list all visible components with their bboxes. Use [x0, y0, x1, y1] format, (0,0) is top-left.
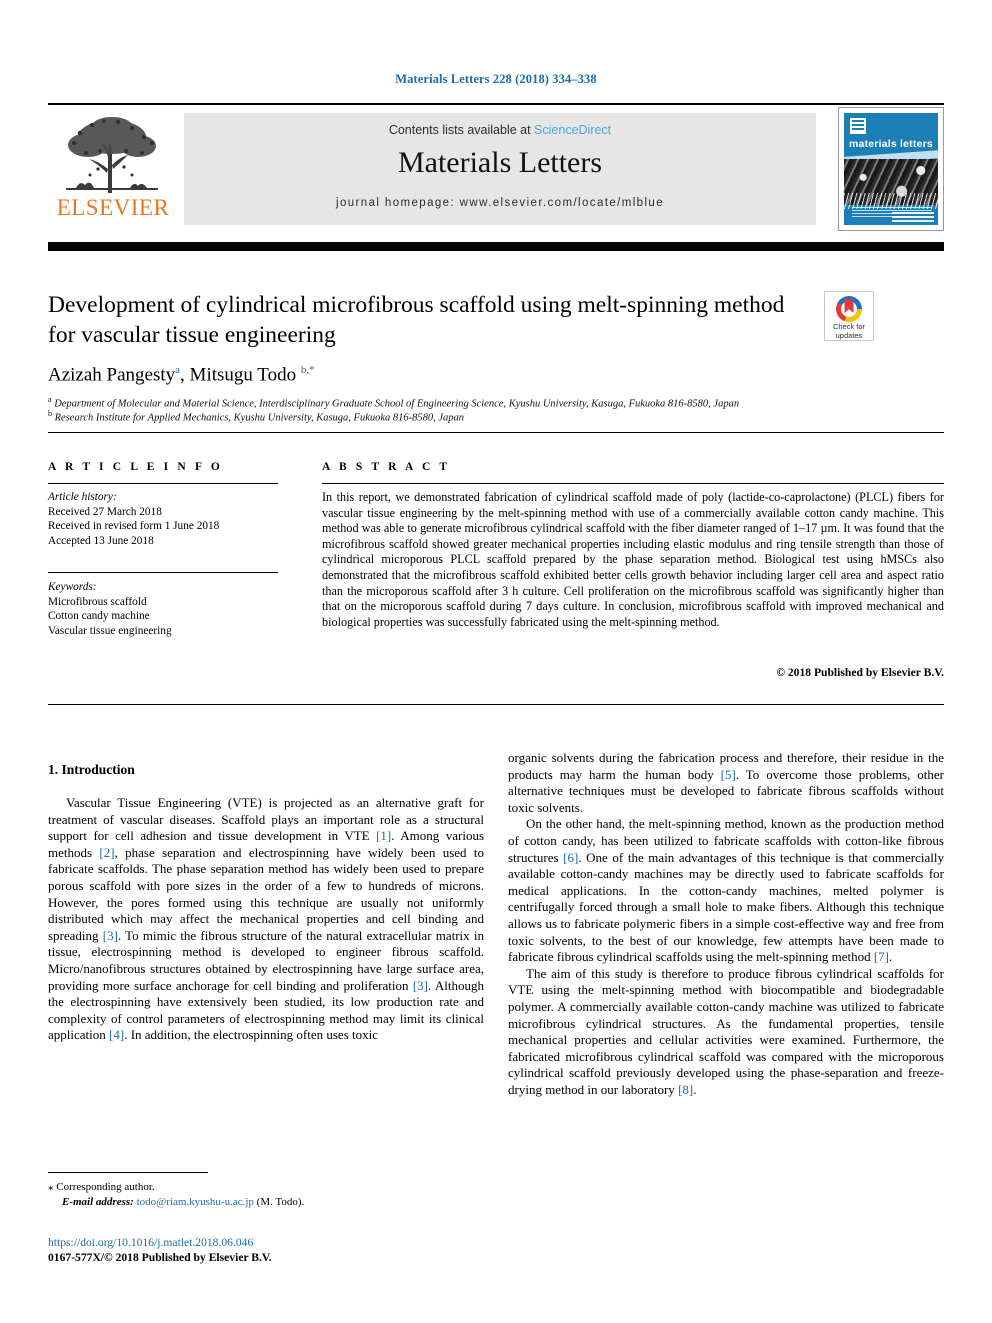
email-owner: (M. Todo). [256, 1195, 305, 1208]
sciencedirect-link[interactable]: ScienceDirect [534, 123, 611, 137]
paragraph: The aim of this study is therefore to pr… [508, 965, 944, 1097]
doi-link[interactable]: https://doi.org/10.1016/j.matlet.2018.06… [48, 1235, 484, 1250]
doi-block: https://doi.org/10.1016/j.matlet.2018.06… [48, 1235, 484, 1265]
paper-page: Materials Letters 228 (2018) 334–338 ELS… [0, 0, 992, 1323]
contents-available-line: Contents lists available at ScienceDirec… [184, 123, 816, 137]
history-item: Accepted 13 June 2018 [48, 534, 154, 547]
keyword-item: Cotton candy machine [48, 610, 150, 622]
cover-publisher-icon [850, 118, 866, 134]
email-label: E-mail address: [62, 1195, 134, 1208]
affiliation-b-text: Research Institute for Applied Mechanics… [54, 412, 465, 424]
masthead-bottom-bar [48, 242, 944, 251]
journal-homepage-link[interactable]: journal homepage: www.elsevier.com/locat… [184, 197, 816, 209]
keyword-item: Vascular tissue engineering [48, 624, 172, 637]
citation-ref[interactable]: [7] [874, 949, 889, 964]
abstract-text: In this report, we demonstrated fabricat… [322, 490, 944, 629]
article-history-label: Article history: [48, 491, 117, 503]
abstract-heading: A B S T R A C T [322, 461, 451, 473]
email-note: E-mail address: todo@riam.kyushu-u.ac.jp… [48, 1195, 484, 1210]
title-divider [48, 432, 944, 433]
abstract-copyright: © 2018 Published by Elsevier B.V. [776, 666, 944, 679]
cover-title-text: materials letters [849, 138, 933, 150]
cover-footer-logo [892, 212, 934, 222]
running-head: Materials Letters 228 (2018) 334–338 [395, 72, 597, 86]
journal-masthead: ELSEVIER Contents lists available at Sci… [48, 103, 944, 231]
citation-ref[interactable]: [4] [109, 1027, 124, 1042]
email-link[interactable]: todo@riam.kyushu-u.ac.jp [137, 1196, 254, 1208]
citation-ref[interactable]: [8] [678, 1082, 693, 1097]
citation-ref[interactable]: [3] [413, 978, 428, 993]
citation-ref[interactable]: [6] [563, 850, 578, 865]
issn-copyright-line: 0167-577X/© 2018 Published by Elsevier B… [48, 1251, 272, 1264]
article-info-divider [48, 483, 278, 484]
corresponding-author-label: Corresponding author. [56, 1181, 155, 1193]
crossmark-label-line2: updates [835, 331, 863, 340]
paragraph: On the other hand, the melt-spinning met… [508, 816, 944, 965]
contents-prefix: Contents lists available at [388, 123, 535, 137]
footnote-divider [48, 1172, 208, 1173]
cover-art: materials letters [844, 113, 938, 225]
abstract-bottom-divider [48, 704, 944, 705]
citation-ref[interactable]: [1] [376, 828, 391, 843]
elsevier-tree-icon [66, 117, 158, 193]
affiliation-b: b Research Institute for Applied Mechani… [48, 409, 465, 424]
crossmark-label: Check for updates [825, 322, 873, 340]
page-title: Development of cylindrical microfibrous … [48, 292, 785, 348]
keywords-block: Keywords: Microfibrous scaffold Cotton c… [48, 580, 283, 638]
article-history-block: Article history: Received 27 March 2018 … [48, 490, 283, 548]
corresponding-marker: ⁎ [48, 1181, 54, 1193]
citation-ref[interactable]: [3] [103, 928, 118, 943]
journal-banner: Contents lists available at ScienceDirec… [184, 113, 816, 225]
section-heading-introduction: 1. Introduction [48, 762, 135, 777]
keyword-item: Microfibrous scaffold [48, 595, 147, 608]
citation-ref[interactable]: [5] [721, 767, 736, 782]
crossmark-label-line1: Check for [832, 322, 866, 331]
body-column-left: Vascular Tissue Engineering (VTE) is pro… [48, 795, 484, 1044]
article-info-heading: A R T I C L E I N F O [48, 461, 223, 473]
paragraph: organic solvents during the fabrication … [508, 750, 944, 815]
journal-title: Materials Letters [397, 146, 603, 179]
keywords-label: Keywords: [48, 581, 97, 593]
paragraph: Vascular Tissue Engineering (VTE) is pro… [48, 795, 484, 1043]
corresponding-author-note: ⁎ Corresponding author. [48, 1180, 484, 1195]
journal-cover-thumbnail: materials letters [838, 107, 944, 231]
citation-ref[interactable]: [2] [99, 845, 114, 860]
crossmark-badge[interactable]: Check for updates [824, 291, 874, 341]
cover-wave-decoration [844, 193, 938, 209]
history-item: Received in revised form 1 June 2018 [48, 520, 220, 532]
abstract-divider [322, 483, 944, 484]
author-list: Azizah Pangestya, Mitsugu Todo b,* [48, 364, 315, 386]
body-column-right: organic solvents during the fabrication … [508, 750, 944, 1098]
history-item: Received 27 March 2018 [48, 505, 162, 518]
keywords-divider [48, 572, 278, 573]
footnote-block: ⁎ Corresponding author. E-mail address: … [48, 1180, 484, 1209]
elsevier-wordmark: ELSEVIER [56, 195, 170, 220]
elsevier-logo: ELSEVIER [48, 113, 178, 225]
